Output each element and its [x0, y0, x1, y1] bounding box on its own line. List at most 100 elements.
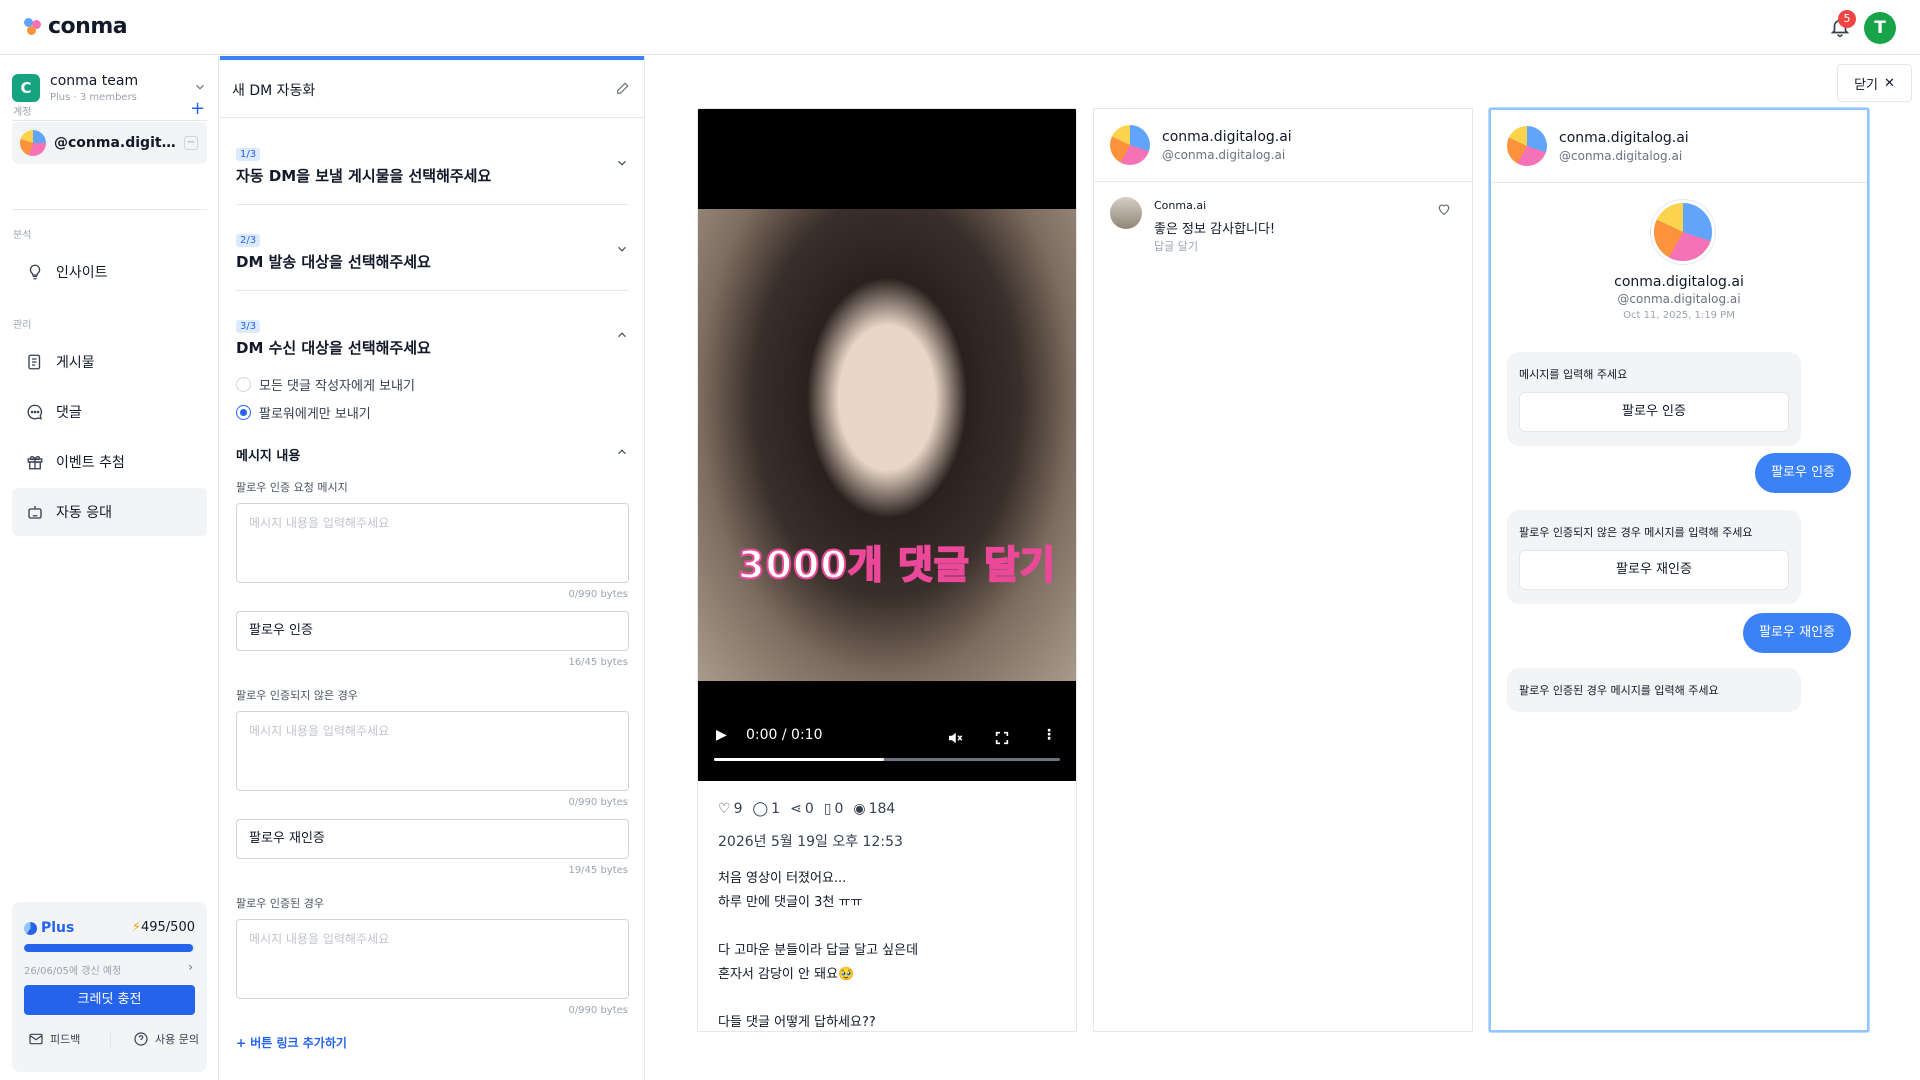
automation-editor: 새 DM 자동화 1/3 자동 DM을 보낼 게시물을 선택해주세요 2/3 D…: [220, 56, 645, 1080]
follow-request-message-input[interactable]: 메시지 내용을 입력해주세요: [236, 503, 629, 583]
video-player[interactable]: 3000개 댓글 달기 ▶ 0:00 / 0:10 ⋮: [698, 109, 1076, 781]
dm-bubble-text: 팔로우 인증된 경우 메시지를 입력해 주세요: [1519, 684, 1719, 697]
remove-account-icon[interactable]: −: [184, 136, 198, 150]
dm-bubble-text: 메시지를 입력해 주세요: [1519, 368, 1628, 381]
account-avatar: [20, 130, 46, 156]
mail-icon: [29, 1033, 43, 1045]
dm-profile-avatar: [1651, 200, 1715, 264]
account-item[interactable]: @conma.digital... −: [12, 122, 207, 164]
play-icon[interactable]: ▶: [716, 727, 727, 743]
saves-stat: ▯ 0: [823, 801, 844, 817]
add-account-plus-icon[interactable]: +: [190, 100, 206, 118]
sidebar-item-event-draw[interactable]: 이벤트 추첨: [12, 438, 207, 486]
verified-message-input[interactable]: 메시지 내용을 입력해주세요: [236, 919, 629, 999]
video-time: 0:00 / 0:10: [746, 727, 823, 743]
profile-name: conma.digitalog.ai: [1162, 129, 1292, 145]
plus-icon: +: [236, 1036, 251, 1050]
byte-counter: 0/990 bytes: [568, 589, 628, 600]
close-button[interactable]: 닫기 ✕: [1837, 64, 1912, 102]
brand-logo[interactable]: conma: [24, 14, 128, 39]
brand-name: conma: [48, 14, 128, 39]
chevron-up-icon[interactable]: [615, 328, 629, 342]
likes-stat: ♡ 9: [718, 801, 743, 817]
robot-icon: [28, 506, 42, 519]
post-stats: ♡ 9 ◯ 1 ⋖ 0 ▯ 0 ◉ 184: [718, 801, 895, 817]
chat-bubble-icon: [27, 404, 43, 420]
sidebar-item-insight[interactable]: 인사이트: [12, 248, 207, 296]
sidebar-item-label: 자동 응대: [56, 505, 112, 521]
heart-icon: ♡: [718, 801, 731, 817]
lightning-icon: ⚡: [131, 920, 141, 935]
post-caption: 처음 영상이 터졌어요... 하루 만에 댓글이 3천 ㅠㅠ 다 고마운 분들이…: [718, 871, 919, 1030]
heart-icon[interactable]: [1436, 201, 1452, 217]
credit-progress-bar: [24, 944, 195, 952]
dm-reverify-button[interactable]: 팔로우 재인증: [1519, 550, 1789, 590]
step-badge: 1/3: [236, 148, 261, 161]
team-switcher[interactable]: C conma team Plus · 3 members: [12, 66, 207, 110]
dm-follow-verify-button[interactable]: 팔로우 인증: [1519, 392, 1789, 432]
top-bar: conma 5 T: [0, 0, 1920, 55]
step-2-send-target[interactable]: 2/3 DM 발송 대상을 선택해주세요: [236, 228, 629, 272]
user-avatar[interactable]: T: [1864, 12, 1896, 44]
feedback-link[interactable]: 피드백: [28, 1031, 80, 1047]
section-label-manage: 관리: [13, 320, 32, 331]
dm-bubble-incoming: 팔로우 인증되지 않은 경우 메시지를 입력해 주세요 팔로우 재인증: [1507, 510, 1801, 604]
divider: [236, 204, 629, 205]
dm-bubble-outgoing: 팔로우 재인증: [1743, 613, 1851, 653]
help-link[interactable]: 사용 문의: [133, 1031, 199, 1047]
more-vertical-icon[interactable]: ⋮: [1042, 727, 1056, 743]
byte-counter: 19/45 bytes: [568, 865, 628, 876]
section-label-account: 계정: [13, 107, 32, 118]
chevron-right-icon[interactable]: ›: [188, 960, 193, 974]
video-progress-bar[interactable]: [714, 758, 1060, 761]
comments-stat: ◯ 1: [752, 801, 781, 817]
commenter-avatar: [1110, 197, 1142, 229]
byte-counter: 0/990 bytes: [568, 797, 628, 808]
divider: [12, 120, 207, 121]
step-1-select-post[interactable]: 1/3 자동 DM을 보낼 게시물을 선택해주세요: [236, 142, 629, 186]
chevron-up-icon[interactable]: [615, 445, 629, 459]
team-logo: C: [12, 74, 40, 102]
editor-header: 새 DM 자동화: [220, 60, 644, 118]
automation-title[interactable]: 새 DM 자동화: [232, 80, 315, 100]
sidebar-item-label: 이벤트 추첨: [56, 455, 125, 471]
byte-counter: 16/45 bytes: [568, 657, 628, 668]
sidebar-item-label: 댓글: [56, 405, 82, 421]
step-3-receive-target[interactable]: 3/3 DM 수신 대상을 선택해주세요: [236, 314, 629, 358]
reverify-button-input[interactable]: 팔로우 재인증: [236, 819, 629, 859]
comment-preview-card: conma.digitalog.ai @conma.digitalog.ai C…: [1093, 108, 1473, 1032]
document-icon: [28, 354, 41, 370]
views-stat: ◉ 184: [853, 801, 896, 817]
pencil-icon[interactable]: [615, 80, 631, 96]
radio-button[interactable]: [236, 377, 251, 392]
step-badge: 2/3: [236, 234, 261, 247]
comment-text: 좋은 정보 감사합니다!: [1154, 222, 1276, 237]
dm-profile-name: conma.digitalog.ai: [1614, 274, 1744, 290]
radio-followers-only[interactable]: 팔로워에게만 보내기: [236, 403, 371, 422]
team-plan-members: Plus · 3 members: [50, 92, 137, 103]
field-label: 팔로우 인증되지 않은 경우: [236, 689, 358, 702]
sidebar-item-comments[interactable]: 댓글: [12, 388, 207, 436]
follow-verify-button-input[interactable]: 팔로우 인증: [236, 611, 629, 651]
mute-icon[interactable]: [946, 729, 964, 747]
not-verified-message-input[interactable]: 메시지 내용을 입력해주세요: [236, 711, 629, 791]
radio-all-commenters[interactable]: 모든 댓글 작성자에게 보내기: [236, 375, 415, 394]
add-button-link[interactable]: + 버튼 링크 추가하기: [236, 1034, 347, 1051]
chevron-down-icon: [196, 84, 204, 90]
sidebar-item-posts[interactable]: 게시물: [12, 338, 207, 386]
byte-counter: 0/990 bytes: [568, 1005, 628, 1016]
fullscreen-icon[interactable]: [994, 730, 1010, 746]
divider: [12, 209, 207, 210]
question-icon: [134, 1032, 148, 1046]
reply-link[interactable]: 답글 달기: [1154, 238, 1198, 254]
chevron-down-icon[interactable]: [615, 242, 629, 256]
sidebar-item-label: 인사이트: [56, 265, 108, 281]
charge-credits-button[interactable]: 크레딧 충전: [24, 985, 195, 1015]
step-title: 자동 DM을 보낼 게시물을 선택해주세요: [236, 167, 492, 185]
chevron-down-icon[interactable]: [615, 156, 629, 170]
plan-credits: ⚡495/500: [131, 920, 195, 935]
sidebar-item-auto-reply[interactable]: 자동 응대: [12, 488, 207, 536]
section-label-analysis: 분석: [13, 230, 32, 241]
radio-button-selected[interactable]: [236, 405, 251, 420]
dm-profile-handle: @conma.digitalog.ai: [1617, 292, 1741, 306]
